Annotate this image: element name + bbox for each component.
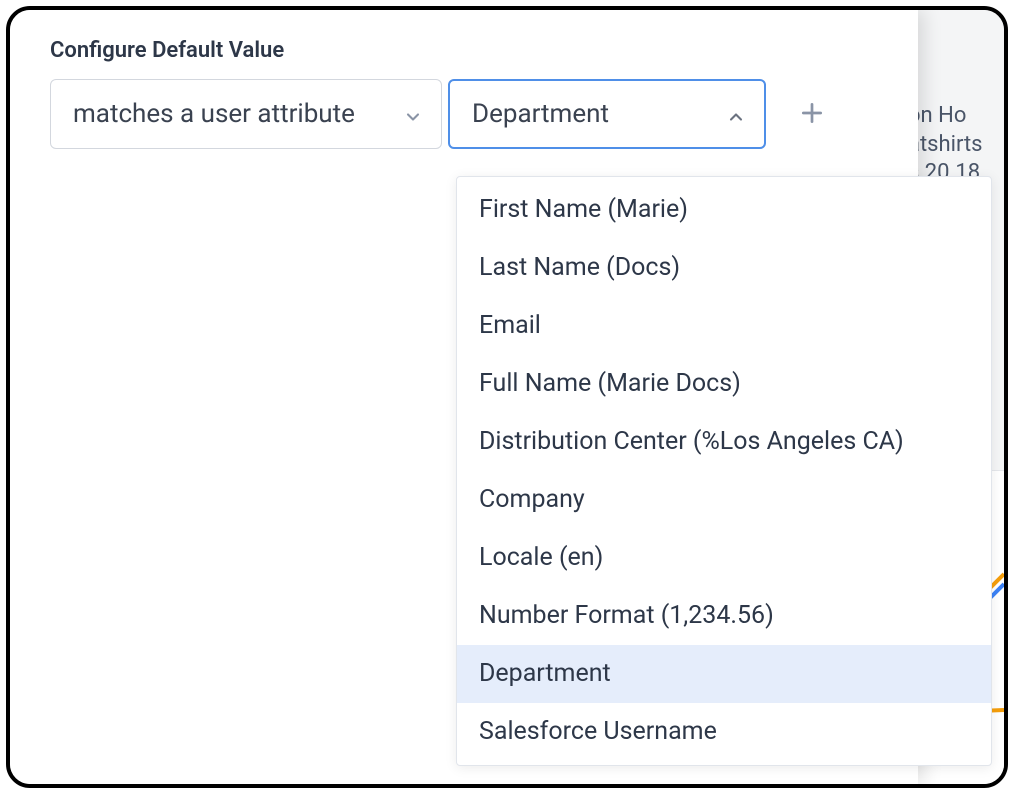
dropdown-item[interactable]: Department	[457, 645, 991, 703]
dropdown-item[interactable]: Email	[457, 297, 991, 355]
config-panel: Configure Default Value matches a user a…	[10, 10, 918, 784]
dropdown-item[interactable]: Number Format (1,234.56)	[457, 587, 991, 645]
plus-icon	[799, 100, 825, 129]
window-frame: on Ho atshirts s 20.18 ees 81 s 19 Confi…	[6, 6, 1008, 788]
controls-row: matches a user attribute Department	[50, 79, 878, 149]
dropdown-item[interactable]: Salesforce Username	[457, 703, 991, 761]
dropdown-item[interactable]: Distribution Center (%Los Angeles CA)	[457, 413, 991, 471]
condition-select-value: matches a user attribute	[73, 99, 391, 129]
dropdown-item[interactable]: Full Name (Marie Docs)	[457, 355, 991, 413]
dropdown-item[interactable]: Last Name (Docs)	[457, 239, 991, 297]
bg-text-line: on Ho	[908, 102, 1004, 131]
chevron-down-icon	[403, 104, 423, 124]
bg-text-line: atshirts	[908, 131, 1004, 160]
attribute-select[interactable]: Department	[448, 79, 766, 149]
dropdown-item[interactable]: First Name (Marie)	[457, 181, 991, 239]
attribute-dropdown: First Name (Marie)Last Name (Docs)EmailF…	[456, 176, 992, 766]
section-title: Configure Default Value	[50, 38, 878, 63]
attribute-select-value: Department	[472, 99, 714, 129]
chevron-up-icon	[726, 104, 746, 124]
condition-select[interactable]: matches a user attribute	[50, 79, 442, 149]
add-button[interactable]	[790, 92, 834, 136]
dropdown-item[interactable]: Company	[457, 471, 991, 529]
dropdown-item[interactable]: Locale (en)	[457, 529, 991, 587]
